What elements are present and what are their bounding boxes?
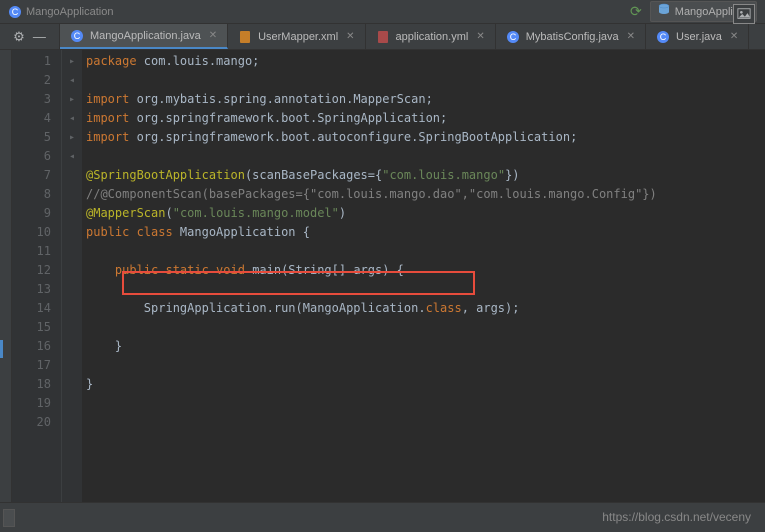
code-line: [86, 318, 761, 337]
tab-application-yml[interactable]: application.yml ✕: [366, 24, 496, 49]
bottom-tool-tab[interactable]: [3, 509, 15, 527]
code-line: @SpringBootApplication(scanBasePackages=…: [86, 166, 761, 185]
line-number: 11: [12, 242, 61, 261]
svg-text:C: C: [660, 32, 667, 42]
close-icon[interactable]: ✕: [476, 31, 484, 42]
code-line: }: [86, 337, 761, 356]
line-number: 16: [12, 337, 61, 356]
breadcrumb-text: MangoApplication: [26, 6, 113, 18]
line-number: 1: [12, 52, 61, 71]
code-line: public class MangoApplication {: [86, 223, 761, 242]
code-line: [86, 394, 761, 413]
gutter-mark: ▸: [62, 90, 82, 109]
code-line: @MapperScan("com.louis.mango.model"): [86, 204, 761, 223]
gutter-mark: ▸: [62, 52, 82, 71]
database-icon: [657, 3, 671, 20]
close-icon[interactable]: ✕: [346, 31, 354, 42]
code-line: [86, 71, 761, 90]
close-icon[interactable]: ✕: [209, 30, 217, 41]
breadcrumb[interactable]: C MangoApplication: [8, 5, 113, 19]
file-icon: [238, 30, 252, 44]
tab-label: MangoApplication.java: [90, 30, 201, 42]
gutter-mark: ◂: [62, 109, 82, 128]
code-line: [86, 147, 761, 166]
line-number: 10: [12, 223, 61, 242]
line-number: 19: [12, 394, 61, 413]
close-icon[interactable]: ✕: [730, 31, 738, 42]
svg-text:C: C: [74, 31, 81, 41]
line-number: 4: [12, 109, 61, 128]
top-bar: C MangoApplication ⟳ MangoApplicati: [0, 0, 765, 24]
refresh-icon[interactable]: ⟳: [630, 3, 642, 20]
tab-label: User.java: [676, 31, 722, 43]
line-number: 6: [12, 147, 61, 166]
tool-row: ⚙ — CMangoApplication.java✕UserMapper.xm…: [0, 24, 765, 50]
editor-tabs: CMangoApplication.java✕UserMapper.xml✕ap…: [60, 24, 765, 49]
code-line: SpringApplication.run(MangoApplication.c…: [86, 299, 761, 318]
left-tool-indicator: [0, 340, 3, 358]
gutter-mark: ◂: [62, 147, 82, 166]
line-number: 17: [12, 356, 61, 375]
line-number: 2: [12, 71, 61, 90]
line-number: 8: [12, 185, 61, 204]
code-line: //@ComponentScan(basePackages={"com.loui…: [86, 185, 761, 204]
line-numbers: 1234567891011121314151617181920: [12, 50, 62, 502]
left-tool-stripe[interactable]: [0, 50, 12, 502]
line-number: 7: [12, 166, 61, 185]
svg-text:C: C: [12, 7, 19, 17]
line-number: 13: [12, 280, 61, 299]
line-number: 9: [12, 204, 61, 223]
file-icon: C: [506, 30, 520, 44]
watermark: https://blog.csdn.net/veceny: [602, 510, 751, 524]
line-number: 18: [12, 375, 61, 394]
line-number: 5: [12, 128, 61, 147]
gutter-mark: ▸: [62, 128, 82, 147]
file-icon: [376, 30, 390, 44]
code-line: public static void main(String[] args) {: [86, 261, 761, 280]
line-number: 14: [12, 299, 61, 318]
close-icon[interactable]: ✕: [627, 31, 635, 42]
tab-label: UserMapper.xml: [258, 31, 338, 43]
line-number: 12: [12, 261, 61, 280]
code-line: [86, 356, 761, 375]
tab-user-java[interactable]: C User.java ✕: [646, 24, 749, 49]
code-line: [86, 413, 761, 432]
floating-image-button[interactable]: [733, 4, 755, 24]
class-icon: C: [8, 5, 22, 19]
svg-text:C: C: [509, 32, 516, 42]
code-line: import org.springframework.boot.autoconf…: [86, 128, 761, 147]
line-number: 3: [12, 90, 61, 109]
minimize-icon[interactable]: —: [33, 29, 46, 44]
gutter-marks: ▸◂▸◂▸◂: [62, 50, 82, 502]
code-line: }: [86, 375, 761, 394]
gear-icon[interactable]: ⚙: [13, 29, 25, 45]
code-area[interactable]: package com.louis.mango; import org.mybat…: [82, 50, 765, 502]
tab-label: application.yml: [396, 31, 469, 43]
gutter-mark: ◂: [62, 71, 82, 90]
line-number: 20: [12, 413, 61, 432]
code-line: import org.springframework.boot.SpringAp…: [86, 109, 761, 128]
file-icon: C: [70, 29, 84, 43]
tab-label: MybatisConfig.java: [526, 31, 619, 43]
tab-usermapper-xml[interactable]: UserMapper.xml ✕: [228, 24, 365, 49]
line-number: 15: [12, 318, 61, 337]
editor[interactable]: 1234567891011121314151617181920 ▸◂▸◂▸◂ p…: [12, 50, 765, 502]
tab-mybatisconfig-java[interactable]: C MybatisConfig.java ✕: [496, 24, 646, 49]
project-tool-controls: ⚙ —: [0, 24, 60, 49]
code-line: package com.louis.mango;: [86, 52, 761, 71]
code-line: import org.mybatis.spring.annotation.Map…: [86, 90, 761, 109]
tab-mangoapplication-java[interactable]: C MangoApplication.java ✕: [60, 24, 228, 49]
code-line: [86, 280, 761, 299]
file-icon: C: [656, 30, 670, 44]
code-line: [86, 242, 761, 261]
main-area: 1234567891011121314151617181920 ▸◂▸◂▸◂ p…: [0, 50, 765, 502]
